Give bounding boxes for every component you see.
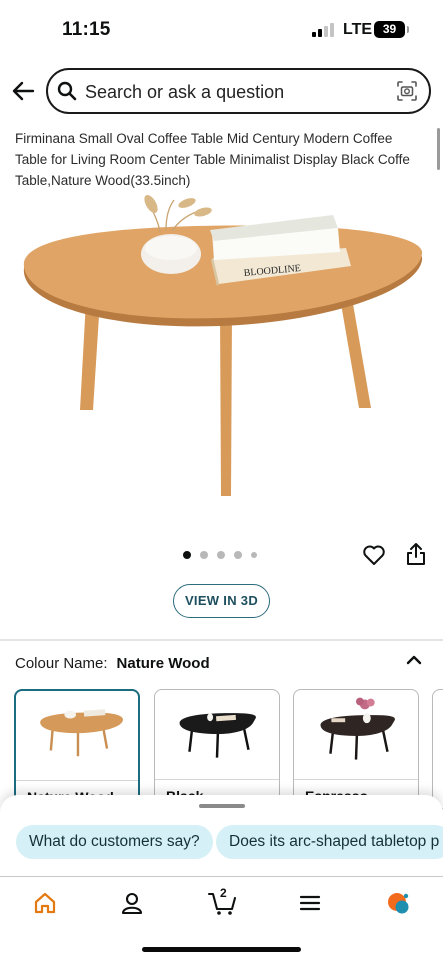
swatch-image xyxy=(320,697,395,760)
view-in-3d-button[interactable]: VIEW IN 3D xyxy=(173,584,270,618)
swatch-image xyxy=(179,713,256,758)
section-divider xyxy=(0,639,443,641)
colour-swatch-black[interactable]: Black xyxy=(154,689,280,809)
colour-label: Colour Name: xyxy=(15,655,108,672)
swatch-separator xyxy=(16,780,138,781)
menu-icon[interactable] xyxy=(297,890,323,916)
swatch-separator xyxy=(155,779,279,780)
home-icon[interactable] xyxy=(32,890,58,916)
account-icon[interactable] xyxy=(119,890,145,916)
cart-button[interactable]: 2 xyxy=(207,886,237,916)
colour-name-row: Colour Name: Nature Wood xyxy=(15,655,210,672)
suggestion-chip[interactable]: What do customers say? xyxy=(16,825,213,859)
colour-swatch-next[interactable] xyxy=(432,689,443,809)
search-placeholder: Search or ask a question xyxy=(85,82,285,102)
signal-icon xyxy=(312,23,336,37)
swatch-separator xyxy=(294,779,418,780)
scrollbar xyxy=(437,128,440,170)
bottom-nav: 2 xyxy=(0,876,443,960)
battery-icon: 39 xyxy=(374,21,409,38)
back-arrow-icon[interactable] xyxy=(10,78,36,104)
product-image[interactable]: BLOODLINE xyxy=(0,190,443,510)
swatch-image xyxy=(40,709,123,757)
status-time: 11:15 xyxy=(62,19,111,40)
camera-search-icon[interactable] xyxy=(396,80,418,102)
chevron-up-icon[interactable] xyxy=(404,652,424,668)
rufus-assistant-icon[interactable] xyxy=(385,890,411,916)
suggestions-sheet: What do customers say? Does its arc-shap… xyxy=(0,795,443,877)
heart-icon[interactable] xyxy=(362,543,386,567)
network-type: LTE xyxy=(343,21,373,38)
product-page: 11:15 LTE 39 Search or ask a question Fi… xyxy=(0,0,443,960)
status-bar: 11:15 LTE 39 xyxy=(0,0,443,60)
share-icon[interactable] xyxy=(405,542,427,566)
suggestion-chip[interactable]: Does its arc-shaped tabletop p xyxy=(216,825,443,859)
search-icon xyxy=(57,81,77,101)
colour-swatch-nature-wood[interactable]: Nature Wood xyxy=(14,689,140,809)
colour-swatch-espresso[interactable]: Espresso xyxy=(293,689,419,809)
product-title[interactable]: Firminana Small Oval Coffee Table Mid Ce… xyxy=(15,128,420,191)
drag-handle[interactable] xyxy=(199,804,245,808)
search-input[interactable]: Search or ask a question xyxy=(46,68,431,114)
colour-selected-value: Nature Wood xyxy=(116,655,210,672)
cart-count-badge: 2 xyxy=(220,886,227,900)
home-indicator xyxy=(142,947,301,952)
